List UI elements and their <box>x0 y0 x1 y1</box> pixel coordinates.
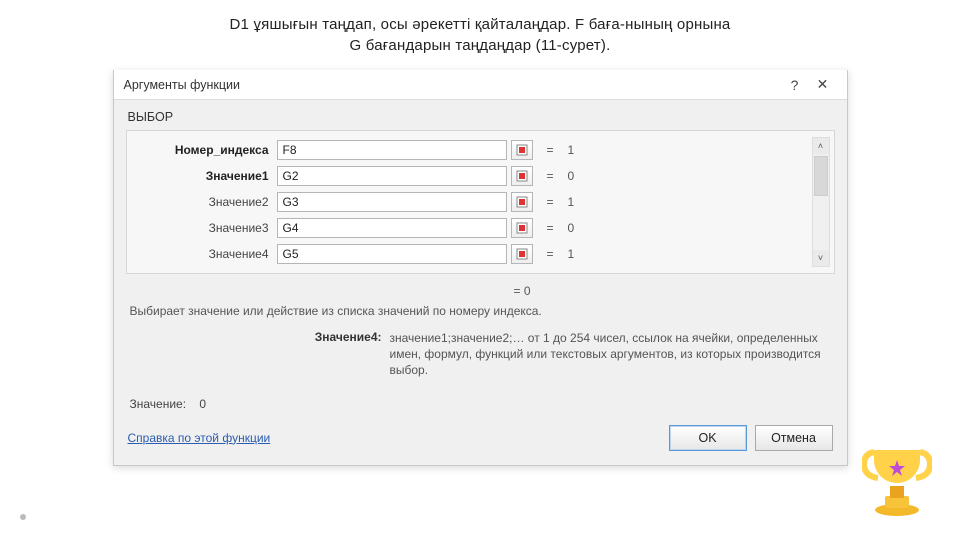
arg-result: 0 <box>554 221 575 235</box>
result-label: Значение: <box>130 397 187 411</box>
range-picker-icon[interactable] <box>511 140 533 160</box>
function-arguments-dialog: Аргументы функции ? ✕ ВЫБОР Номер_индекс… <box>113 70 848 466</box>
dialog-titlebar: Аргументы функции ? ✕ <box>114 70 847 100</box>
arg-row-value1: Значение1 = 0 <box>137 163 804 189</box>
caption-line-1: D1 ұяшығын таңдап, осы әрекетті қайталаң… <box>230 16 731 33</box>
eq-sign: = <box>533 143 554 157</box>
arg-result: 1 <box>554 195 575 209</box>
caption-line-2: G бағандарын таңдаңдар (11-сурет). <box>350 37 611 54</box>
scroll-down-icon[interactable]: ˅ <box>813 250 829 266</box>
trophy-icon <box>862 440 932 518</box>
scroll-thumb[interactable] <box>814 156 828 196</box>
arg-input-value3[interactable] <box>277 218 507 238</box>
argument-help-text: значение1;значение2;… от 1 до 254 чисел,… <box>390 330 831 379</box>
result-line: Значение: 0 <box>114 391 847 417</box>
range-picker-icon[interactable] <box>511 192 533 212</box>
range-picker-icon[interactable] <box>511 218 533 238</box>
arg-row-index: Номер_индекса = 1 <box>137 137 804 163</box>
dialog-title: Аргументы функции <box>124 78 781 92</box>
dialog-bottom-bar: Справка по этой функции OK Отмена <box>114 417 847 465</box>
arg-row-value4: Значение4 = 1 <box>137 241 804 267</box>
instruction-caption: D1 ұяшығын таңдап, осы әрекетті қайталаң… <box>0 0 960 64</box>
function-name-label: ВЫБОР <box>114 100 847 130</box>
cancel-button[interactable]: Отмена <box>755 425 833 451</box>
argument-help-block: Значение4: значение1;значение2;… от 1 до… <box>114 328 847 391</box>
range-picker-icon[interactable] <box>511 244 533 264</box>
arg-input-value2[interactable] <box>277 192 507 212</box>
eq-sign: = <box>533 195 554 209</box>
arg-result: 1 <box>554 143 575 157</box>
result-value: 0 <box>199 397 206 411</box>
decorative-dot <box>20 514 26 520</box>
function-description: Выбирает значение или действие из списка… <box>114 302 847 328</box>
arg-input-value1[interactable] <box>277 166 507 186</box>
arg-row-value2: Значение2 = 1 <box>137 189 804 215</box>
range-picker-icon[interactable] <box>511 166 533 186</box>
arg-label: Значение2 <box>137 195 277 209</box>
arg-label: Номер_индекса <box>137 143 277 157</box>
args-scrollbar[interactable]: ˄ ˅ <box>812 137 830 267</box>
close-button[interactable]: ✕ <box>809 74 837 96</box>
eq-sign: = <box>533 247 554 261</box>
eq-sign: = <box>533 169 554 183</box>
help-button[interactable]: ? <box>781 74 809 96</box>
arg-row-value3: Значение3 = 0 <box>137 215 804 241</box>
arg-result: 0 <box>554 169 575 183</box>
arg-label: Значение1 <box>137 169 277 183</box>
formula-result-preview: = 0 <box>114 282 847 302</box>
eq-sign: = <box>533 221 554 235</box>
arg-input-index[interactable] <box>277 140 507 160</box>
function-help-link[interactable]: Справка по этой функции <box>128 431 271 445</box>
arg-label: Значение3 <box>137 221 277 235</box>
arguments-panel: Номер_индекса = 1 Значение1 = 0 Значение… <box>126 130 835 274</box>
scroll-up-icon[interactable]: ˄ <box>813 138 829 154</box>
arg-label: Значение4 <box>137 247 277 261</box>
arg-input-value4[interactable] <box>277 244 507 264</box>
argument-help-label: Значение4: <box>130 330 390 379</box>
ok-button[interactable]: OK <box>669 425 747 451</box>
arg-result: 1 <box>554 247 575 261</box>
